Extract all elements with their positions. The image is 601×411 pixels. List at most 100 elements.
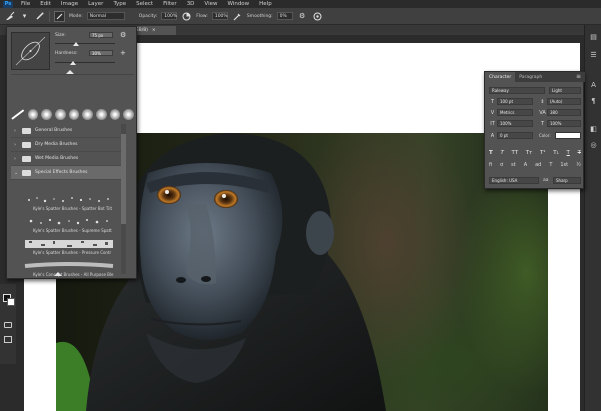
background-color-swatch[interactable]	[7, 298, 15, 306]
opacity-field[interactable]: 100%	[161, 12, 178, 20]
new-preset-icon[interactable]: +	[120, 49, 128, 57]
layers-icon[interactable]: ◧	[588, 123, 599, 134]
small-caps-button[interactable]: Tт	[526, 150, 533, 158]
fractions-button[interactable]: ½	[576, 162, 581, 170]
folder-label: General Brushes	[35, 128, 73, 133]
brush-tip-2-icon[interactable]	[41, 108, 52, 120]
menu-image[interactable]: Image	[61, 1, 78, 7]
brush-tip-4-icon[interactable]	[68, 108, 80, 120]
language-select[interactable]: English: USA	[489, 177, 539, 184]
smoothing-field[interactable]: 0%	[276, 12, 293, 20]
panel-collapse-icon[interactable]	[66, 69, 74, 76]
tab-paragraph[interactable]: Paragraph	[515, 72, 546, 82]
ordinals-button[interactable]: 1st	[560, 162, 568, 170]
menu-3d[interactable]: 3D	[187, 1, 195, 7]
font-style-select[interactable]: Light	[549, 87, 581, 94]
screen-mode-icon[interactable]	[4, 336, 12, 343]
chevron-down-icon[interactable]: ⌄	[14, 170, 18, 176]
brush-angle-preview[interactable]	[11, 32, 50, 70]
baseline-shift-field[interactable]: 0 pt	[497, 132, 533, 139]
stylistic-alternates-button[interactable]: ad	[535, 162, 541, 170]
size-field[interactable]: 75 px	[89, 32, 113, 38]
superscript-button[interactable]: T¹	[540, 150, 546, 158]
preset-scrollbar[interactable]	[121, 124, 126, 274]
folder-row-general[interactable]: › General Brushes	[11, 124, 121, 138]
channels-icon[interactable]: ◎	[588, 139, 599, 150]
antialias-select[interactable]: Sharp	[553, 177, 581, 184]
pressure-size-icon[interactable]	[312, 11, 323, 22]
brush-preset-panel: Size: 75 px ⚙ Hardness: 30% + › General …	[6, 26, 137, 279]
opacity-pressure-icon[interactable]	[181, 11, 192, 22]
flow-field[interactable]: 100%	[211, 12, 228, 20]
chevron-right-icon[interactable]: ›	[14, 128, 18, 134]
quick-mask-icon[interactable]	[4, 322, 12, 328]
character-panel-icon[interactable]: A	[588, 79, 599, 90]
menu-file[interactable]: File	[21, 1, 30, 7]
gear-icon[interactable]: ⚙	[120, 31, 128, 39]
gear-icon[interactable]: ⚙	[297, 11, 308, 22]
brush-settings-icon[interactable]	[34, 11, 45, 22]
resize-handle-icon[interactable]	[54, 271, 62, 278]
mode-select[interactable]: Normal	[86, 12, 125, 20]
discretionary-ligatures-button[interactable]: st	[511, 162, 516, 170]
chevron-right-icon[interactable]: ›	[14, 142, 18, 148]
vertical-scale-field[interactable]: 100%	[497, 120, 533, 127]
paragraph-panel-icon[interactable]: ¶	[588, 95, 599, 106]
menu-type[interactable]: Type	[113, 1, 126, 7]
horizontal-scale-field[interactable]: 100%	[547, 120, 581, 127]
menu-view[interactable]: View	[204, 1, 217, 7]
underline-button[interactable]: T	[567, 150, 570, 158]
faux-italic-button[interactable]: T	[500, 150, 503, 158]
brush-tip-7-icon[interactable]	[109, 108, 121, 120]
menu-filter[interactable]: Filter	[163, 1, 177, 7]
subscript-button[interactable]: T₁	[553, 150, 559, 158]
folder-row-wet-media[interactable]: › Wet Media Brushes	[11, 152, 121, 166]
ligatures-button[interactable]: fi	[489, 162, 492, 170]
faux-bold-button[interactable]: T	[489, 150, 493, 158]
menu-edit[interactable]: Edit	[40, 1, 51, 7]
hardness-slider-thumb[interactable]	[70, 61, 76, 65]
preset-row[interactable]: Kyle's Concept Brushes - All Purpose Ble	[11, 258, 121, 280]
tracking-field[interactable]: 380	[547, 109, 581, 116]
size-slider-thumb[interactable]	[73, 42, 79, 46]
strikethrough-button[interactable]: T	[578, 150, 581, 158]
preset-scrollbar-thumb[interactable]	[121, 134, 126, 224]
hardness-slider[interactable]	[55, 62, 115, 63]
menu-window[interactable]: Window	[227, 1, 249, 7]
contextual-alternates-button[interactable]: ơ	[500, 162, 503, 170]
panel-menu-icon[interactable]: ≡	[576, 73, 581, 80]
size-slider[interactable]	[55, 43, 115, 44]
preset-row[interactable]: Kyle's Spatter Brushes - Pressure Contr	[11, 236, 121, 258]
all-caps-button[interactable]: TT	[511, 150, 518, 158]
close-icon[interactable]: ×	[152, 28, 156, 33]
menu-help[interactable]: Help	[259, 1, 272, 7]
hardness-field[interactable]: 30%	[89, 50, 113, 56]
preset-row[interactable]: Kyle's Spatter Brushes - Spatter Bot Til…	[11, 192, 121, 214]
menu-select[interactable]: Select	[136, 1, 153, 7]
airbrush-icon[interactable]	[232, 11, 243, 22]
brush-tip-1-icon[interactable]	[27, 108, 39, 120]
properties-icon[interactable]: ☰	[588, 49, 599, 60]
titling-alternates-button[interactable]: T	[549, 162, 552, 170]
brush-tool-icon[interactable]	[4, 11, 15, 22]
brush-tip-3-icon[interactable]	[54, 108, 66, 120]
kerning-field[interactable]: Metrics	[497, 109, 533, 116]
folder-row-dry-media[interactable]: › Dry Media Brushes	[11, 138, 121, 152]
preset-row[interactable]: Kyle's Spatter Brushes - Supreme Spatt	[11, 214, 121, 236]
brush-tip-8-icon[interactable]	[123, 108, 134, 120]
tool-preset-dropdown-icon[interactable]: ▾	[19, 11, 30, 22]
brush-tip-stroke-icon[interactable]	[11, 108, 25, 120]
menu-layer[interactable]: Layer	[88, 1, 103, 7]
font-family-select[interactable]: Raleway	[489, 87, 545, 94]
brush-tip-5-icon[interactable]	[82, 108, 93, 120]
history-icon[interactable]: ▤	[588, 31, 599, 42]
font-size-field[interactable]: 100 pt	[497, 98, 533, 105]
toggle-brush-panel-icon[interactable]	[54, 10, 65, 22]
folder-row-special-effects[interactable]: ⌄ Special Effects Brushes	[11, 166, 121, 180]
tab-character[interactable]: Character	[485, 72, 516, 82]
swash-button[interactable]: A	[524, 162, 527, 170]
brush-tip-6-icon[interactable]	[95, 108, 107, 120]
text-color-swatch[interactable]	[555, 132, 581, 139]
chevron-right-icon[interactable]: ›	[14, 156, 18, 162]
leading-field[interactable]: (Auto)	[547, 98, 581, 105]
